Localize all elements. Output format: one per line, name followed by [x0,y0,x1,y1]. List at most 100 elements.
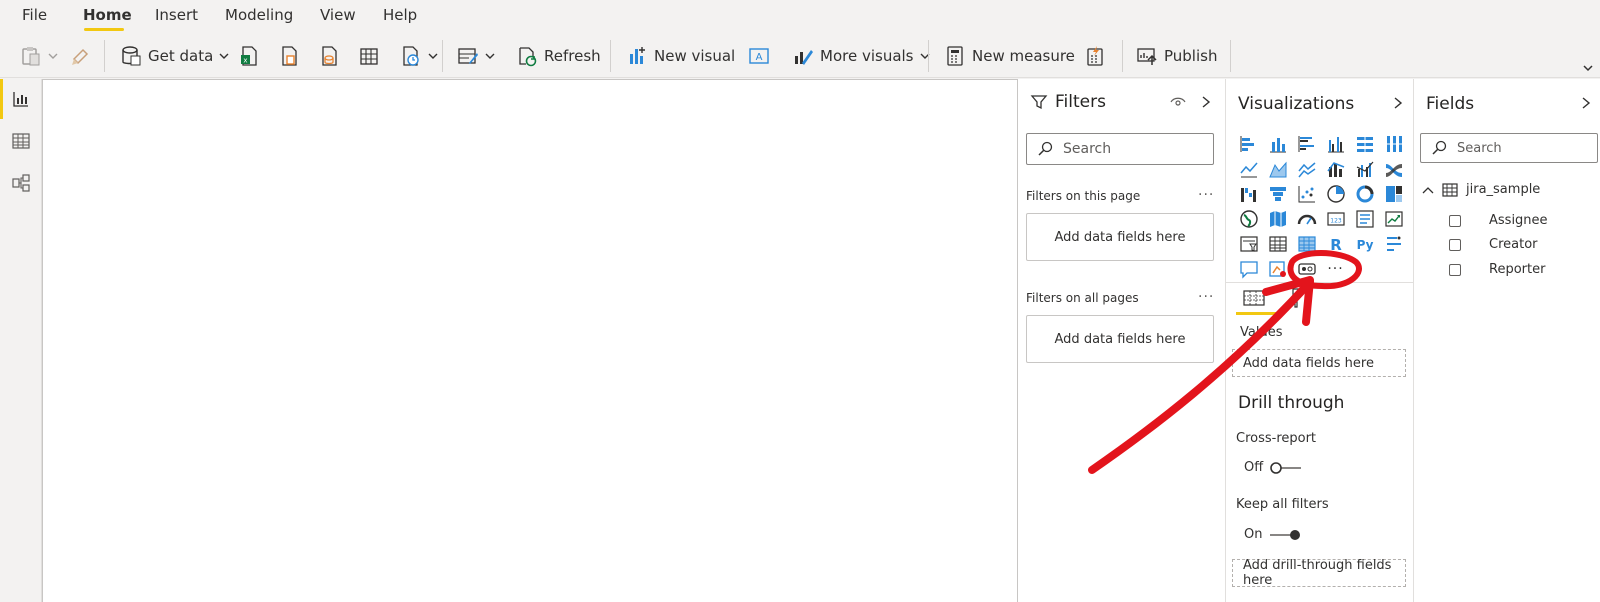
eye-icon[interactable] [1170,95,1186,109]
chevron-right-icon[interactable] [1200,95,1212,109]
treemap-icon[interactable] [1379,181,1408,206]
line-and-column-chart-icon[interactable] [1321,156,1350,181]
clustered-column-chart-icon[interactable] [1321,131,1350,156]
fields-pane: Fields Search jira_sample Assignee Creat… [1413,79,1600,602]
line-and-clustered-column-icon[interactable] [1350,156,1379,181]
menu-insert[interactable]: Insert [155,6,198,24]
fields-tab-icon[interactable] [1242,287,1266,309]
chevron-right-icon[interactable] [1392,96,1404,110]
get-more-visuals-icon[interactable]: ··· [1321,256,1350,281]
pie-chart-icon[interactable] [1321,181,1350,206]
multi-row-card-icon[interactable] [1350,206,1379,231]
field-name: Assignee [1489,213,1548,228]
filled-map-icon[interactable] [1263,206,1292,231]
power-bi-window: File Home Insert Modeling View Help Get … [0,0,1600,602]
text-box-icon: A [749,48,769,64]
menu-home[interactable]: Home [83,6,132,24]
new-visual-label: New visual [654,47,736,65]
dataverse-button[interactable] [318,42,340,70]
dataflows-button[interactable] [278,42,300,70]
excel-button[interactable]: x [238,42,260,70]
filters-on-all-pages-label: Filters on all pages [1026,291,1139,305]
get-data-button[interactable]: Get data [120,42,229,70]
area-chart-icon[interactable] [1263,156,1292,181]
new-visual-button[interactable]: New visual [626,42,735,70]
new-measure-button[interactable]: New measure [944,42,1075,70]
keep-all-filters-toggle[interactable]: On [1244,527,1302,542]
waterfall-chart-icon[interactable] [1234,181,1263,206]
page-filters-dropzone[interactable]: Add data fields here [1026,213,1214,261]
refresh-button[interactable]: Refresh [516,42,601,70]
field-name: Reporter [1489,262,1546,277]
scatter-chart-icon[interactable] [1292,181,1321,206]
publish-button[interactable]: Publish [1136,42,1217,70]
paste-button[interactable] [20,42,58,70]
funnel-chart-icon[interactable] [1263,181,1292,206]
r-script-visual-icon[interactable]: R [1321,231,1350,256]
keep-all-filters-label: Keep all filters [1236,497,1329,512]
line-chart-icon[interactable] [1234,156,1263,181]
dataverse-icon [322,46,337,66]
quick-measure-icon [1087,46,1103,66]
field-checkbox[interactable] [1449,263,1461,276]
more-options-icon[interactable]: ··· [1198,187,1214,203]
format-tab-icon[interactable] [1284,287,1308,309]
drill-through-dropzone[interactable]: Add drill-through fields here [1232,558,1406,588]
table-visual-icon[interactable] [1263,231,1292,256]
more-visuals-button[interactable]: More visuals [792,42,930,70]
filters-on-this-page-label: Filters on this page [1026,189,1141,203]
menu-modeling[interactable]: Modeling [225,6,293,24]
filters-title: Filters [1055,92,1106,112]
field-checkbox[interactable] [1449,214,1461,227]
kpi-icon[interactable] [1379,206,1408,231]
text-box-button[interactable]: A [748,42,770,70]
field-checkbox[interactable] [1449,238,1461,251]
fields-search-input[interactable]: Search [1420,133,1598,163]
filters-search-input[interactable]: Search [1026,133,1214,165]
matrix-icon[interactable] [1292,231,1321,256]
report-canvas[interactable] [42,79,1017,602]
values-dropzone[interactable]: Add data fields here [1232,349,1406,377]
stacked-bar-chart-icon[interactable] [1234,131,1263,156]
stacked-column-chart-icon[interactable] [1263,131,1292,156]
quick-measure-button[interactable] [1084,42,1106,70]
stacked-area-chart-icon[interactable] [1292,156,1321,181]
chevron-right-icon[interactable] [1580,96,1592,110]
map-icon[interactable] [1234,206,1263,231]
table-node[interactable]: jira_sample [1422,182,1540,197]
key-influencers-icon[interactable] [1379,231,1408,256]
card-icon[interactable]: 123 [1321,206,1350,231]
format-painter-button[interactable] [70,42,92,70]
qna-visual-icon[interactable] [1234,256,1263,281]
all-pages-filters-dropzone[interactable]: Add data fields here [1026,315,1214,363]
gauge-icon[interactable] [1292,206,1321,231]
chevron-down-icon [485,53,495,59]
smart-narrative-icon[interactable] [1263,256,1292,281]
menu-file[interactable]: File [22,6,47,24]
field-row[interactable]: Creator [1449,237,1538,252]
data-view-button[interactable] [0,121,42,161]
model-view-button[interactable] [0,163,42,203]
cross-report-toggle[interactable]: Off [1244,460,1303,475]
transform-data-button[interactable] [457,42,495,70]
slicer-icon[interactable] [1234,231,1263,256]
100-stacked-column-chart-icon[interactable] [1379,131,1408,156]
ribbon-chart-icon[interactable] [1379,156,1408,181]
more-visuals-icon [795,50,813,65]
more-visuals-label: More visuals [820,47,914,65]
100-stacked-bar-chart-icon[interactable] [1350,131,1379,156]
more-options-icon[interactable]: ··· [1198,289,1214,305]
menu-view[interactable]: View [320,6,356,24]
enter-data-button[interactable] [358,42,380,70]
field-row[interactable]: Assignee [1449,213,1548,228]
menu-help[interactable]: Help [383,6,417,24]
svg-text:x: x [243,57,247,65]
donut-chart-icon[interactable] [1350,181,1379,206]
clustered-bar-chart-icon[interactable] [1292,131,1321,156]
python-visual-icon[interactable]: Py [1350,231,1379,256]
ribbon-collapse-icon[interactable] [1582,62,1594,74]
paginated-report-icon[interactable] [1292,256,1321,281]
recent-sources-button[interactable] [400,42,438,70]
report-view-button[interactable] [0,79,42,119]
field-row[interactable]: Reporter [1449,262,1545,277]
